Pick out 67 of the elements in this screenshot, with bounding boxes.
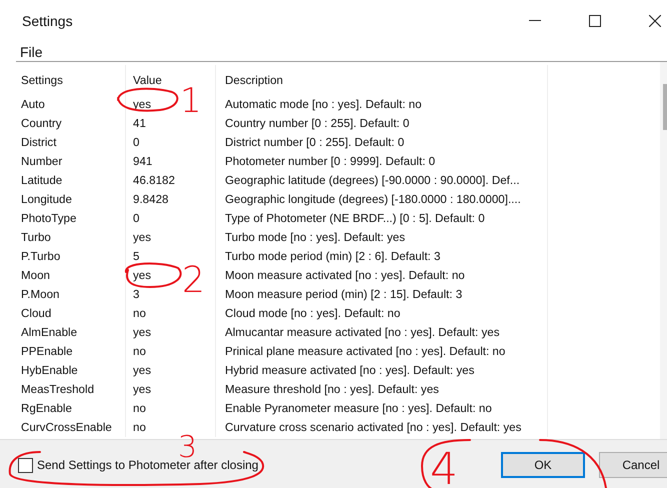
window-title: Settings xyxy=(22,13,73,29)
setting-value[interactable]: yes xyxy=(133,326,152,339)
setting-name: P.Turbo xyxy=(21,250,60,263)
setting-name: Number xyxy=(21,155,62,168)
setting-name: Country xyxy=(21,117,62,130)
setting-description: Curvature cross scenario activated [no : yes]. Default: yes xyxy=(225,421,522,434)
annotation-number: 4 xyxy=(430,444,458,488)
setting-value[interactable]: yes xyxy=(133,269,152,282)
column-header[interactable]: Description xyxy=(216,65,548,95)
scrollbar[interactable] xyxy=(660,62,667,439)
setting-description: Country number [0 : 255]. Default: 0 xyxy=(225,117,410,130)
checkbox[interactable] xyxy=(18,458,33,472)
setting-name: MeasTreshold xyxy=(21,383,94,396)
dialog-button[interactable]: OK xyxy=(501,452,585,478)
setting-name: PPEnable xyxy=(21,345,73,358)
close-icon[interactable] xyxy=(649,15,661,27)
setting-value[interactable]: yes xyxy=(133,383,152,396)
setting-name: P.Moon xyxy=(21,288,60,301)
setting-name: AlmEnable xyxy=(21,326,78,339)
setting-value[interactable]: no xyxy=(133,345,146,358)
setting-name: District xyxy=(21,136,56,149)
setting-value[interactable]: 941 xyxy=(133,155,152,168)
setting-name: RgEnable xyxy=(21,402,72,415)
setting-value[interactable]: yes xyxy=(133,364,152,377)
setting-description: Hybrid measure activated [no : yes]. Default: yes xyxy=(225,364,474,377)
column-header[interactable]: Settings xyxy=(16,65,126,95)
setting-name: Turbo xyxy=(21,231,51,244)
setting-description: Geographic latitude (degrees) [-90.0000 : 90.0000]. Def... xyxy=(225,174,520,187)
setting-value[interactable]: 46.8182 xyxy=(133,174,175,187)
setting-name: Moon xyxy=(21,269,50,282)
setting-description: Type of Photometer (NE BRDF...) [0 : 5]. Default: 0 xyxy=(225,212,485,225)
setting-name: HybEnable xyxy=(21,364,78,377)
setting-description: Almucantar measure activated [no : yes]. Default: yes xyxy=(225,326,500,339)
setting-value[interactable]: 41 xyxy=(133,117,146,130)
setting-value[interactable]: 9.8428 xyxy=(133,193,168,206)
setting-description: Moon measure activated [no : yes]. Default: no xyxy=(225,269,465,282)
annotation-number: 2 xyxy=(182,260,205,301)
setting-name: Longitude xyxy=(21,193,72,206)
setting-description: Turbo mode period (min) [2 : 6]. Default: 3 xyxy=(225,250,440,263)
setting-value[interactable]: yes xyxy=(133,231,152,244)
setting-description: Geographic longitude (degrees) [-180.0000 : 180.0000].... xyxy=(225,193,521,206)
menu-item[interactable]: File xyxy=(20,44,43,60)
setting-value[interactable]: 3 xyxy=(133,288,140,301)
setting-value[interactable]: 5 xyxy=(133,250,140,263)
setting-description: Automatic mode [no : yes]. Default: no xyxy=(225,98,422,111)
setting-description: Turbo mode [no : yes]. Default: yes xyxy=(225,231,406,244)
setting-description: Photometer number [0 : 9999]. Default: 0 xyxy=(225,155,436,168)
setting-name: PhotoType xyxy=(21,212,76,225)
setting-description: Prinical plane measure activated [no : yes]. Default: no xyxy=(225,345,506,358)
setting-description: District number [0 : 255]. Default: 0 xyxy=(225,136,404,149)
minimize-icon[interactable] xyxy=(529,20,541,22)
setting-value[interactable]: 0 xyxy=(133,136,140,149)
setting-value[interactable]: no xyxy=(133,402,146,415)
setting-name: Latitude xyxy=(21,174,62,187)
setting-name: Auto xyxy=(21,98,45,111)
setting-value[interactable]: 0 xyxy=(133,212,140,225)
setting-description: Moon measure period (min) [2 : 15]. Default: 3 xyxy=(225,288,462,301)
dialog-button[interactable]: Cancel xyxy=(599,452,667,478)
maximize-icon[interactable] xyxy=(589,15,601,27)
setting-description: Enable Pyranometer measure [no : yes]. Default: no xyxy=(225,402,492,415)
setting-description: Cloud mode [no : yes]. Default: no xyxy=(225,307,400,320)
setting-name: Cloud xyxy=(21,307,52,320)
checkbox-label[interactable]: Send Settings to Photometer after closing xyxy=(37,458,258,472)
setting-value[interactable]: no xyxy=(133,421,146,434)
setting-value[interactable]: no xyxy=(133,307,146,320)
setting-description: Measure threshold [no : yes]. Default: yes xyxy=(225,383,439,396)
setting-name: CurvCrossEnable xyxy=(21,421,112,434)
